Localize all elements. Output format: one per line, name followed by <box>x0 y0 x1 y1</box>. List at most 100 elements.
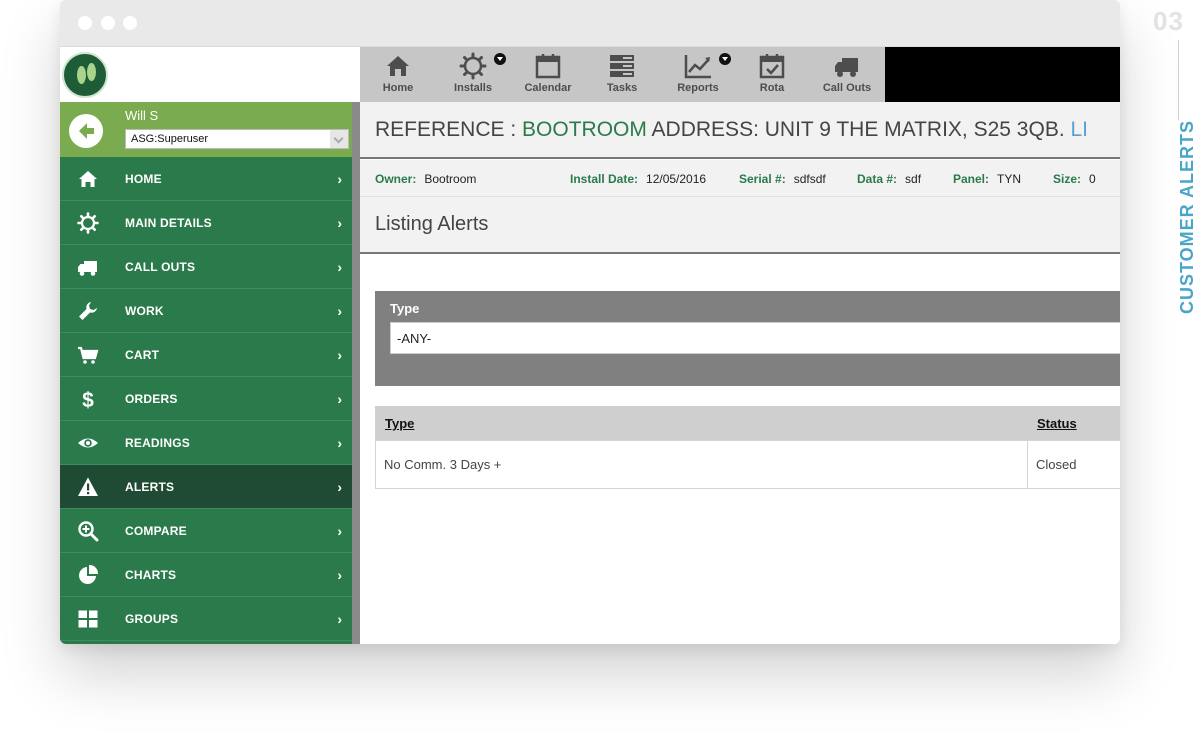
sidebar-item-compare[interactable]: COMPARE › <box>60 509 352 553</box>
installs-dropdown-caret-icon[interactable] <box>494 53 506 65</box>
logo-footprint-left <box>77 66 86 84</box>
reference-address: ADDRESS: UNIT 9 THE MATRIX, S25 3QB. <box>646 118 1071 141</box>
sidebar-item-groups[interactable]: GROUPS › <box>60 597 352 641</box>
sidebar: Will S ASG:Superuser HOME › MAIN DETAILS… <box>60 102 360 644</box>
sidebar-item-orders[interactable]: $ ORDERS › <box>60 377 352 421</box>
topnav-tasks[interactable]: Tasks <box>604 47 640 102</box>
truck-icon <box>78 261 97 276</box>
cell-type: No Comm. 3 Days + <box>384 457 502 472</box>
rota-calendar-check-icon <box>759 54 785 79</box>
window-maximize-dot[interactable] <box>123 16 137 30</box>
calendar-icon <box>535 54 561 79</box>
arrow-left-icon <box>79 123 94 139</box>
chevron-down-icon[interactable] <box>330 130 348 148</box>
window-close-dot[interactable] <box>78 16 92 30</box>
sidebar-menu: HOME › MAIN DETAILS › CALL OUTS › WORK ›… <box>60 157 352 641</box>
sidebar-item-label: READINGS <box>125 436 190 450</box>
chevron-right-icon: › <box>337 391 342 407</box>
section-number: 03 <box>1153 6 1184 36</box>
topnav-tasks-label: Tasks <box>606 82 638 94</box>
topnav-call-outs-label: Call Outs <box>822 82 872 94</box>
type-filter-input[interactable]: -ANY- <box>390 322 1120 354</box>
user-name: Will S <box>125 108 159 123</box>
reference-header: REFERENCE : BOOTROOM ADDRESS: UNIT 9 THE… <box>360 102 1120 159</box>
chart-line-icon <box>684 55 711 79</box>
sidebar-item-cart[interactable]: CART › <box>60 333 352 377</box>
topnav-installs-label: Installs <box>454 82 492 94</box>
truck-icon <box>835 58 858 77</box>
install-date-value: 12/05/2016 <box>646 172 707 186</box>
logo-area <box>60 47 360 102</box>
sidebar-item-main-details[interactable]: MAIN DETAILS › <box>60 201 352 245</box>
svg-text:$: $ <box>82 389 94 410</box>
chevron-right-icon: › <box>337 523 342 539</box>
topnav-blank-region <box>885 47 1120 102</box>
alerts-table: Type Status No Comm. 3 Days + Closed <box>375 406 1120 489</box>
listing-header: Listing Alerts <box>360 197 1120 254</box>
sidebar-scrollbar[interactable] <box>352 102 360 644</box>
sidebar-item-label: WORK <box>125 304 164 318</box>
sidebar-item-readings[interactable]: READINGS › <box>60 421 352 465</box>
panel-info: Panel: TYN <box>953 172 1021 186</box>
top-navigation: Home Installs Calendar Tasks Reports Rot… <box>360 47 885 102</box>
cell-status: Closed <box>1036 457 1077 472</box>
size-value: 0 <box>1089 172 1096 186</box>
logo-footprint-right <box>87 63 96 81</box>
chevron-right-icon: › <box>337 479 342 495</box>
role-select[interactable]: ASG:Superuser <box>125 129 349 149</box>
owner-label: Owner: <box>375 172 417 186</box>
role-select-value: ASG:Superuser <box>131 133 209 145</box>
sidebar-item-work[interactable]: WORK › <box>60 289 352 333</box>
sidebar-item-label: COMPARE <box>125 524 187 538</box>
reference-title: REFERENCE : BOOTROOM ADDRESS: UNIT 9 THE… <box>375 118 1088 142</box>
install-date-info: Install Date: 12/05/2016 <box>570 172 706 186</box>
sidebar-item-call-outs[interactable]: CALL OUTS › <box>60 245 352 289</box>
sidebar-item-label: ALERTS <box>125 480 175 494</box>
column-header-status[interactable]: Status <box>1037 416 1077 431</box>
app-logo[interactable] <box>62 52 108 98</box>
reference-trailing-link[interactable]: LI <box>1071 118 1089 141</box>
reports-dropdown-caret-icon[interactable] <box>719 53 731 65</box>
window-minimize-dot[interactable] <box>101 16 115 30</box>
sidebar-item-alerts[interactable]: ALERTS › <box>60 465 352 509</box>
panel-value: TYN <box>997 172 1022 186</box>
window-titlebar <box>60 0 1120 47</box>
panel-label: Panel: <box>953 172 990 186</box>
topnav-installs[interactable]: Installs <box>452 47 494 102</box>
size-info: Size: 0 <box>1053 172 1096 186</box>
page-title: Listing Alerts <box>375 213 489 235</box>
sidebar-item-label: CART <box>125 348 160 362</box>
zoom-in-icon <box>78 521 99 542</box>
sidebar-item-label: GROUPS <box>125 612 179 626</box>
table-row[interactable]: No Comm. 3 Days + Closed <box>375 440 1120 489</box>
warning-icon <box>78 477 98 496</box>
chevron-right-icon: › <box>337 215 342 231</box>
sidebar-item-charts[interactable]: CHARTS › <box>60 553 352 597</box>
column-header-type[interactable]: Type <box>385 416 414 431</box>
sidebar-item-label: CALL OUTS <box>125 260 196 274</box>
topnav-rota[interactable]: Rota <box>758 47 786 102</box>
cart-icon <box>78 346 99 364</box>
topnav-home-label: Home <box>382 82 414 94</box>
sidebar-item-label: CHARTS <box>125 568 177 582</box>
gear-icon <box>77 212 99 234</box>
dollar-icon: $ <box>82 389 94 410</box>
table-header: Type Status <box>375 406 1120 440</box>
back-button[interactable] <box>69 114 103 148</box>
topnav-reports-label: Reports <box>677 82 719 94</box>
sidebar-item-label: HOME <box>125 172 162 186</box>
sidebar-item-label: ORDERS <box>125 392 178 406</box>
chevron-right-icon: › <box>337 259 342 275</box>
topnav-call-outs[interactable]: Call Outs <box>822 47 872 102</box>
topnav-reports[interactable]: Reports <box>676 47 720 102</box>
topnav-calendar[interactable]: Calendar <box>522 47 574 102</box>
topnav-home[interactable]: Home <box>380 47 416 102</box>
chevron-right-icon: › <box>337 435 342 451</box>
sidebar-item-home[interactable]: HOME › <box>60 157 352 201</box>
chevron-right-icon: › <box>337 347 342 363</box>
home-icon <box>79 171 97 187</box>
type-filter-label: Type <box>390 301 420 316</box>
main-content: REFERENCE : BOOTROOM ADDRESS: UNIT 9 THE… <box>360 102 1120 644</box>
serial-label: Serial #: <box>739 172 786 186</box>
owner-info: Owner: Bootroom <box>375 172 476 186</box>
